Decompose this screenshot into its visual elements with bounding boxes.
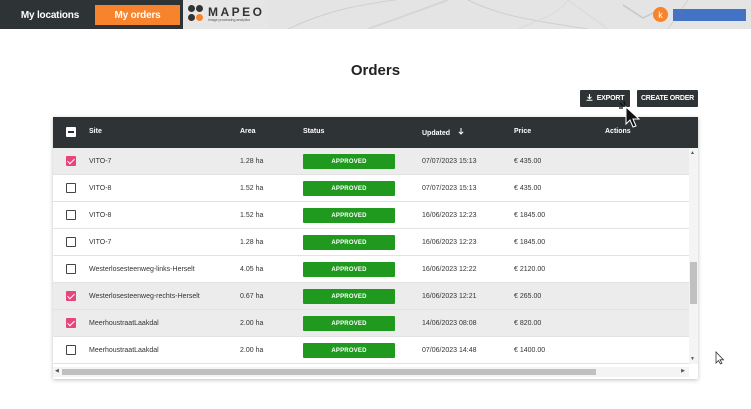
logo-dots-icon [188,5,204,22]
status-badge: APPROVED [303,262,395,277]
header-site[interactable]: Site [89,128,102,135]
orders-table: Site Area Status Updated Price Actions V… [53,117,698,379]
status-badge: APPROVED [303,316,395,331]
mapeo-logo: MAPEO image processing analytics [186,2,266,26]
horizontal-scrollbar[interactable]: ◀ ▶ [53,367,689,377]
cell-site: VITO-8 [89,212,112,219]
scroll-right-icon[interactable]: ▶ [681,368,685,374]
cell-price: € 820.00 [514,320,542,327]
table-row[interactable]: VITO-7 1.28 ha APPROVED 16/06/2023 12:23 € 1… [53,229,689,256]
table-header: Site Area Status Updated Price Actions [53,117,698,148]
cell-area: 4.05 ha [240,266,264,273]
header-updated[interactable]: Updated [422,128,464,137]
vertical-scrollbar[interactable]: ▲ ▼ [689,148,698,364]
cell-site: MeerhoustraatLaakdal [89,320,159,327]
cell-updated: 16/06/2023 12:23 [422,239,477,246]
logo-text: MAPEO [208,5,265,19]
table-body: VITO-7 1.28 ha APPROVED 07/07/2023 15:13 € 4… [53,148,689,364]
header-area[interactable]: Area [240,128,256,135]
cell-area: 1.52 ha [240,185,264,192]
cell-site: VITO-7 [89,158,112,165]
cell-site: Westerlosesteenweg-rechts-Herselt [89,293,200,300]
cell-updated: 07/07/2023 15:13 [422,185,477,192]
top-navigation-bar: My locations My orders MAPEO image proce… [0,0,751,29]
cell-price: € 1845.00 [514,212,546,219]
user-avatar[interactable]: k [653,7,668,22]
cell-area: 2.00 ha [240,347,264,354]
table-row[interactable]: Westerlosesteenweg-rechts-Herselt 0.67 ha… [53,283,689,310]
row-checkbox[interactable] [66,345,76,355]
row-checkbox[interactable] [66,264,76,274]
cell-price: € 1845.00 [514,239,546,246]
logo-subtitle: image processing analytics [208,18,251,22]
hand-pointer-cursor-icon [619,100,641,128]
cell-site: VITO-8 [89,185,112,192]
scroll-left-icon[interactable]: ◀ [55,368,59,374]
select-all-checkbox[interactable] [66,127,76,137]
row-checkbox[interactable] [66,156,76,166]
page-title: Orders [350,62,401,79]
cell-area: 1.28 ha [240,239,264,246]
cell-area: 0.67 ha [240,293,264,300]
cell-updated: 14/06/2023 08:08 [422,320,477,327]
user-name-redacted[interactable] [673,9,746,21]
status-badge: APPROVED [303,343,395,358]
cell-updated: 16/06/2023 12:21 [422,293,477,300]
horizontal-scroll-thumb[interactable] [62,369,596,375]
status-badge: APPROVED [303,208,395,223]
cell-updated: 16/06/2023 12:22 [422,266,477,273]
scroll-up-icon[interactable]: ▲ [690,150,695,156]
header-status[interactable]: Status [303,128,324,135]
status-badge: APPROVED [303,235,395,250]
cell-price: € 265.00 [514,293,542,300]
mouse-arrow-cursor-icon [715,351,725,365]
row-checkbox[interactable] [66,237,76,247]
cell-updated: 07/06/2023 14:48 [422,347,477,354]
download-icon [586,94,593,103]
my-locations-tab[interactable]: My locations [8,5,92,25]
row-checkbox[interactable] [66,318,76,328]
row-checkbox[interactable] [66,291,76,301]
sort-down-icon[interactable] [458,128,464,137]
cell-updated: 07/07/2023 15:13 [422,158,477,165]
table-row[interactable]: VITO-8 1.52 ha APPROVED 07/07/2023 15:13 € 4… [53,175,689,202]
table-row[interactable]: MeerhoustraatLaakdal 2.00 ha APPROVED 14/06… [53,310,689,337]
cell-price: € 435.00 [514,185,542,192]
cell-site: MeerhoustraatLaakdal [89,347,159,354]
status-badge: APPROVED [303,289,395,304]
status-badge: APPROVED [303,181,395,196]
cell-price: € 435.00 [514,158,542,165]
row-checkbox[interactable] [66,210,76,220]
cell-area: 1.52 ha [240,212,264,219]
table-row[interactable]: Westerlosesteenweg-links-Herselt 4.05 ha A… [53,256,689,283]
table-row[interactable]: VITO-7 1.28 ha APPROVED 07/07/2023 15:13 € 4… [53,148,689,175]
cell-area: 2.00 ha [240,320,264,327]
table-row[interactable]: VITO-8 1.52 ha APPROVED 16/06/2023 12:23 € 1… [53,202,689,229]
row-checkbox[interactable] [66,183,76,193]
cell-site: Westerlosesteenweg-links-Herselt [89,266,195,273]
cell-area: 1.28 ha [240,158,264,165]
status-badge: APPROVED [303,154,395,169]
cell-price: € 2120.00 [514,266,546,273]
cell-price: € 1400.00 [514,347,546,354]
cell-site: VITO-7 [89,239,112,246]
header-updated-label: Updated [422,130,450,137]
table-row[interactable]: MeerhoustraatLaakdal 2.00 ha APPROVED 07/06… [53,337,689,364]
vertical-scroll-thumb[interactable] [690,262,697,304]
header-price[interactable]: Price [514,128,531,135]
my-orders-tab[interactable]: My orders [95,5,180,25]
cell-updated: 16/06/2023 12:23 [422,212,477,219]
scroll-down-icon[interactable]: ▼ [690,356,695,362]
